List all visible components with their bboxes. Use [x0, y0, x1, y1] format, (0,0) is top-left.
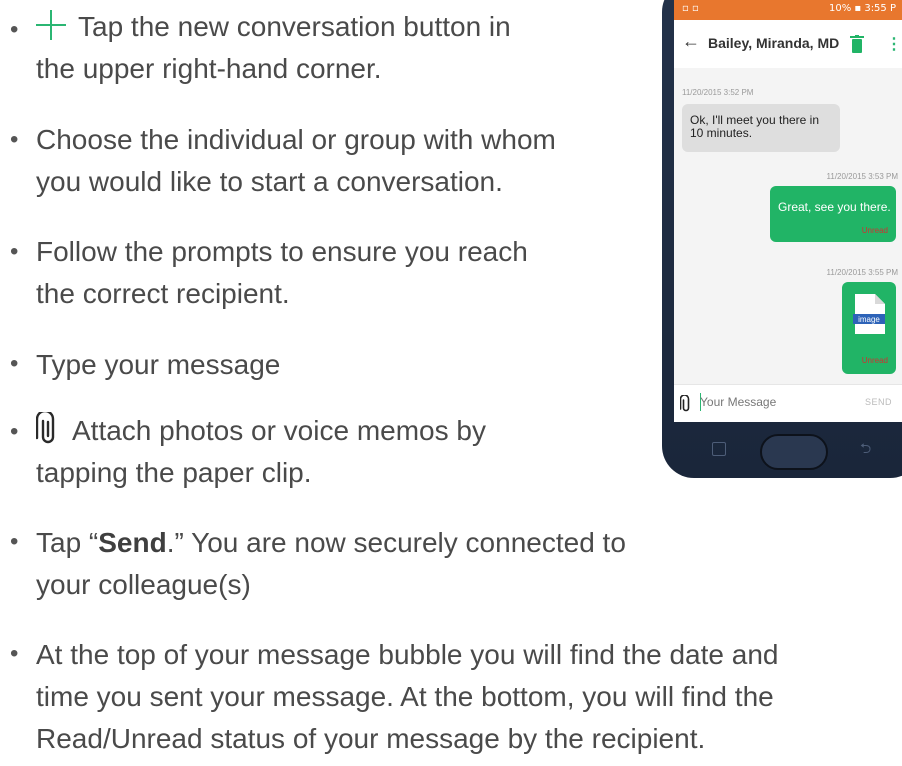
bullet: • — [10, 418, 19, 445]
message-list: 11/20/2015 3:52 PM Ok, I'll meet you the… — [674, 68, 902, 384]
bullet: • — [10, 238, 19, 265]
outgoing-attachment-bubble[interactable]: image Unread — [842, 282, 896, 374]
instruction-text: Attach photos or voice memos by — [72, 415, 486, 446]
instruction-text: the correct recipient. — [36, 278, 290, 309]
back-key-icon[interactable]: ⮌ — [860, 438, 871, 462]
instruction-text: At the top of your message bubble you wi… — [36, 639, 779, 670]
instruction-text: tapping the paper clip. — [36, 457, 312, 488]
status-indicators: 10% ▪ 3:55 P — [828, 3, 896, 14]
instruction-text: Tap the new conversation button in — [78, 11, 511, 42]
read-status: Unread — [861, 226, 888, 235]
instruction-choose-recipient: Choose the individual or group with whom… — [36, 119, 556, 203]
instruction-bubble-info: At the top of your message bubble you wi… — [36, 634, 778, 760]
app-bar: ← Bailey, Miranda, MD ⋮ — [674, 20, 902, 69]
message-composer: Your Message SEND — [674, 384, 902, 422]
message-text: Great, see you there. — [778, 200, 891, 214]
instruction-type-message: Type your message — [36, 344, 280, 386]
read-status: Unread — [861, 356, 888, 365]
message-text: Ok, I'll meet you there in 10 minutes. — [690, 113, 820, 140]
message-timestamp: 11/20/2015 3:55 PM — [826, 268, 898, 277]
incoming-message-bubble[interactable]: Ok, I'll meet you there in 10 minutes. — [682, 104, 840, 152]
bullet: • — [10, 16, 19, 43]
instruction-text: your colleague(s) — [36, 569, 251, 600]
message-timestamp: 11/20/2015 3:53 PM — [826, 172, 898, 181]
image-file-icon: image — [853, 294, 885, 334]
instruction-follow-prompts: Follow the prompts to ensure you reach t… — [36, 231, 528, 315]
instruction-text: the upper right-hand corner. — [36, 53, 382, 84]
send-button[interactable]: SEND — [865, 397, 892, 407]
instruction-new-conversation: Tap the new conversation button in the u… — [36, 6, 511, 90]
home-button[interactable] — [760, 434, 828, 470]
bullet: • — [10, 528, 19, 555]
instruction-text: time you sent your message. At the botto… — [36, 681, 774, 712]
outgoing-message-bubble[interactable]: Great, see you there. Unread — [770, 186, 896, 242]
message-input[interactable]: Your Message — [700, 395, 776, 409]
phone-screen: ▫ ▫ 10% ▪ 3:55 P ← Bailey, Miranda, MD ⋮… — [674, 0, 902, 422]
send-emphasis: Send — [98, 527, 167, 558]
bullet: • — [10, 350, 19, 377]
instruction-text: Follow the prompts to ensure you reach — [36, 236, 528, 267]
bullet: • — [10, 126, 19, 153]
instruction-text: Tap “ — [36, 527, 99, 558]
instruction-send: Tap “Send.” You are now securely connect… — [36, 522, 626, 606]
notification-icon: ▫ ▫ — [682, 3, 699, 14]
instruction-text: Type your message — [36, 349, 281, 380]
paperclip-icon[interactable] — [680, 395, 692, 413]
instruction-text: you would like to start a conversation. — [36, 166, 503, 197]
attachment-label: image — [858, 315, 880, 324]
message-timestamp: 11/20/2015 3:52 PM — [682, 88, 754, 97]
instruction-attach: Attach photos or voice memos by tapping … — [36, 410, 486, 494]
overflow-menu-icon[interactable]: ⋮ — [886, 34, 902, 54]
instruction-text: Read/Unread status of your message by th… — [36, 723, 706, 754]
bullet: • — [10, 640, 19, 667]
back-arrow-icon[interactable]: ← — [682, 31, 700, 52]
plus-icon — [36, 10, 66, 40]
status-bar: ▫ ▫ 10% ▪ 3:55 P — [674, 0, 902, 20]
recent-apps-icon[interactable] — [712, 442, 726, 456]
conversation-title: Bailey, Miranda, MD — [708, 35, 840, 51]
instruction-text: .” You are now securely connected to — [166, 527, 626, 558]
instruction-text: Choose the individual or group with whom — [36, 124, 556, 155]
trash-icon[interactable] — [850, 35, 864, 53]
paperclip-icon — [36, 412, 55, 444]
